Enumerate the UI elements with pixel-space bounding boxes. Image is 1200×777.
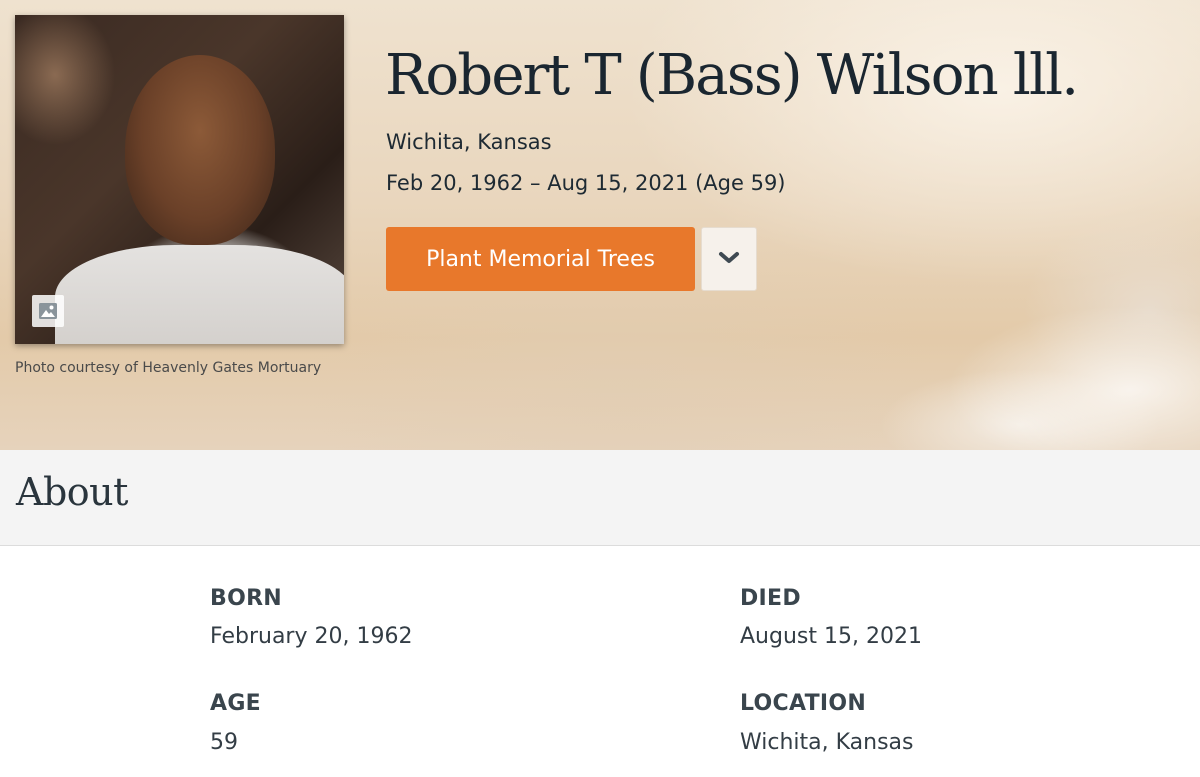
location-value: Wichita, Kansas [740, 730, 914, 755]
born-label: BORN [210, 586, 283, 611]
age-value: 59 [210, 730, 238, 755]
location-label: LOCATION [740, 691, 867, 716]
more-options-button[interactable] [701, 227, 757, 291]
died-value: August 15, 2021 [740, 624, 922, 649]
deceased-name: Robert T (Bass) Wilson lll. [385, 43, 1079, 108]
plant-button-label: Plant Memorial Trees [426, 246, 655, 272]
about-section-header [0, 450, 1200, 546]
hero-banner: Photo courtesy of Heavenly Gates Mortuar… [0, 0, 1200, 450]
hero-dates: Feb 20, 1962 – Aug 15, 2021 (Age 59) [386, 171, 786, 195]
photo-face-shape [125, 55, 275, 245]
born-value: February 20, 1962 [210, 624, 413, 649]
chevron-down-icon [718, 251, 740, 268]
age-label: AGE [210, 691, 262, 716]
died-label: DIED [740, 586, 801, 611]
photo-caption: Photo courtesy of Heavenly Gates Mortuar… [15, 360, 322, 376]
image-icon[interactable] [32, 295, 64, 327]
hero-location: Wichita, Kansas [386, 130, 552, 154]
plant-memorial-trees-button[interactable]: Plant Memorial Trees [386, 227, 695, 291]
profile-photo[interactable] [15, 15, 344, 344]
photo-shirt-shape [55, 245, 344, 344]
about-title: About [16, 470, 128, 514]
